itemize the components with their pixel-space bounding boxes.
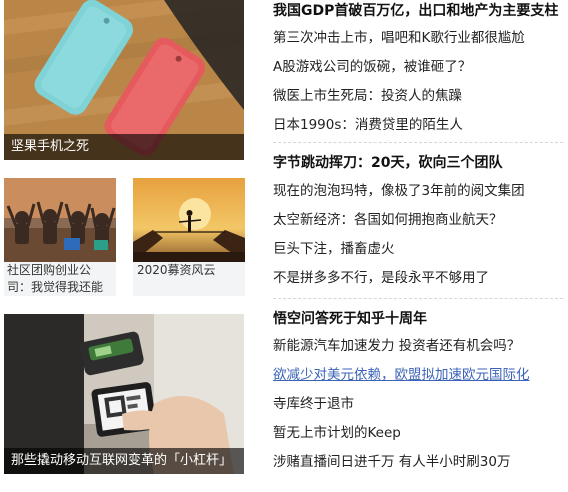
news-item[interactable]: 新能源汽车加速发力 投资者还有机会吗？: [273, 337, 563, 356]
divider: [273, 142, 563, 143]
news-item-link[interactable]: 欲减少对美元依赖，欧盟拟加速欧元国际化: [273, 366, 563, 385]
news-item[interactable]: 暂无上市计划的Keep: [273, 424, 563, 443]
divider: [273, 298, 563, 299]
feature-caption: 坚果手机之死: [4, 134, 244, 160]
news-item[interactable]: 现在的泡泡玛特，像极了3年前的阅文集团: [273, 182, 563, 201]
news-item[interactable]: 第三次冲击上市，唱吧和K歌行业都很尴尬: [273, 29, 563, 48]
group-headline[interactable]: 我国GDP首破百万亿，出口和地产为主要支柱: [273, 2, 563, 20]
news-item[interactable]: 不是拼多多不行，是段永平不够用了: [273, 269, 563, 288]
group-headline[interactable]: 悟空问答死于知乎十周年: [273, 310, 563, 328]
news-group: 字节跳动挥刀：20天，砍向三个团队 现在的泡泡玛特，像极了3年前的阅文集团 太空…: [273, 154, 563, 288]
people-photo: [4, 178, 116, 262]
small-card-community[interactable]: 社区团购创业公司：我觉得我还能: [4, 178, 116, 296]
small-card-caption: 2020募资风云: [133, 262, 245, 296]
left-column: 坚果手机之死 社区团购创业公司：我觉得我还能 2020募资风云 那些撬动移动互联…: [0, 0, 246, 492]
small-card-caption: 社区团购创业公司：我觉得我还能: [4, 262, 116, 296]
news-item[interactable]: A股游戏公司的饭碗，被谁砸了？: [273, 58, 563, 77]
small-card-fundraising[interactable]: 2020募资风云: [133, 178, 245, 296]
news-item[interactable]: 太空新经济：各国如何拥抱商业航天？: [273, 211, 563, 230]
news-item[interactable]: 日本1990s：消费贷里的陌生人: [273, 116, 563, 135]
feature-card-phones[interactable]: 坚果手机之死: [4, 0, 244, 160]
news-item[interactable]: 巨头下注，播畜虚火: [273, 240, 563, 259]
news-item[interactable]: 寺库终于退市: [273, 395, 563, 414]
feature-card-payment[interactable]: 那些撬动移动互联网变革的「小杠杆」: [4, 314, 244, 474]
headline-column: 我国GDP首破百万亿，出口和地产为主要支柱 第三次冲击上市，唱吧和K歌行业都很尴…: [273, 0, 563, 492]
sunset-photo: [133, 178, 245, 262]
news-item[interactable]: 微医上市生死局：投资人的焦躁: [273, 87, 563, 106]
news-item[interactable]: 涉赌直播间日进千万 有人半小时刷30万: [273, 453, 563, 472]
news-group: 悟空问答死于知乎十周年 新能源汽车加速发力 投资者还有机会吗？ 欲减少对美元依赖…: [273, 310, 563, 472]
group-headline[interactable]: 字节跳动挥刀：20天，砍向三个团队: [273, 154, 563, 172]
feature-caption: 那些撬动移动互联网变革的「小杠杆」: [4, 448, 244, 474]
news-group: 我国GDP首破百万亿，出口和地产为主要支柱 第三次冲击上市，唱吧和K歌行业都很尴…: [273, 2, 563, 135]
